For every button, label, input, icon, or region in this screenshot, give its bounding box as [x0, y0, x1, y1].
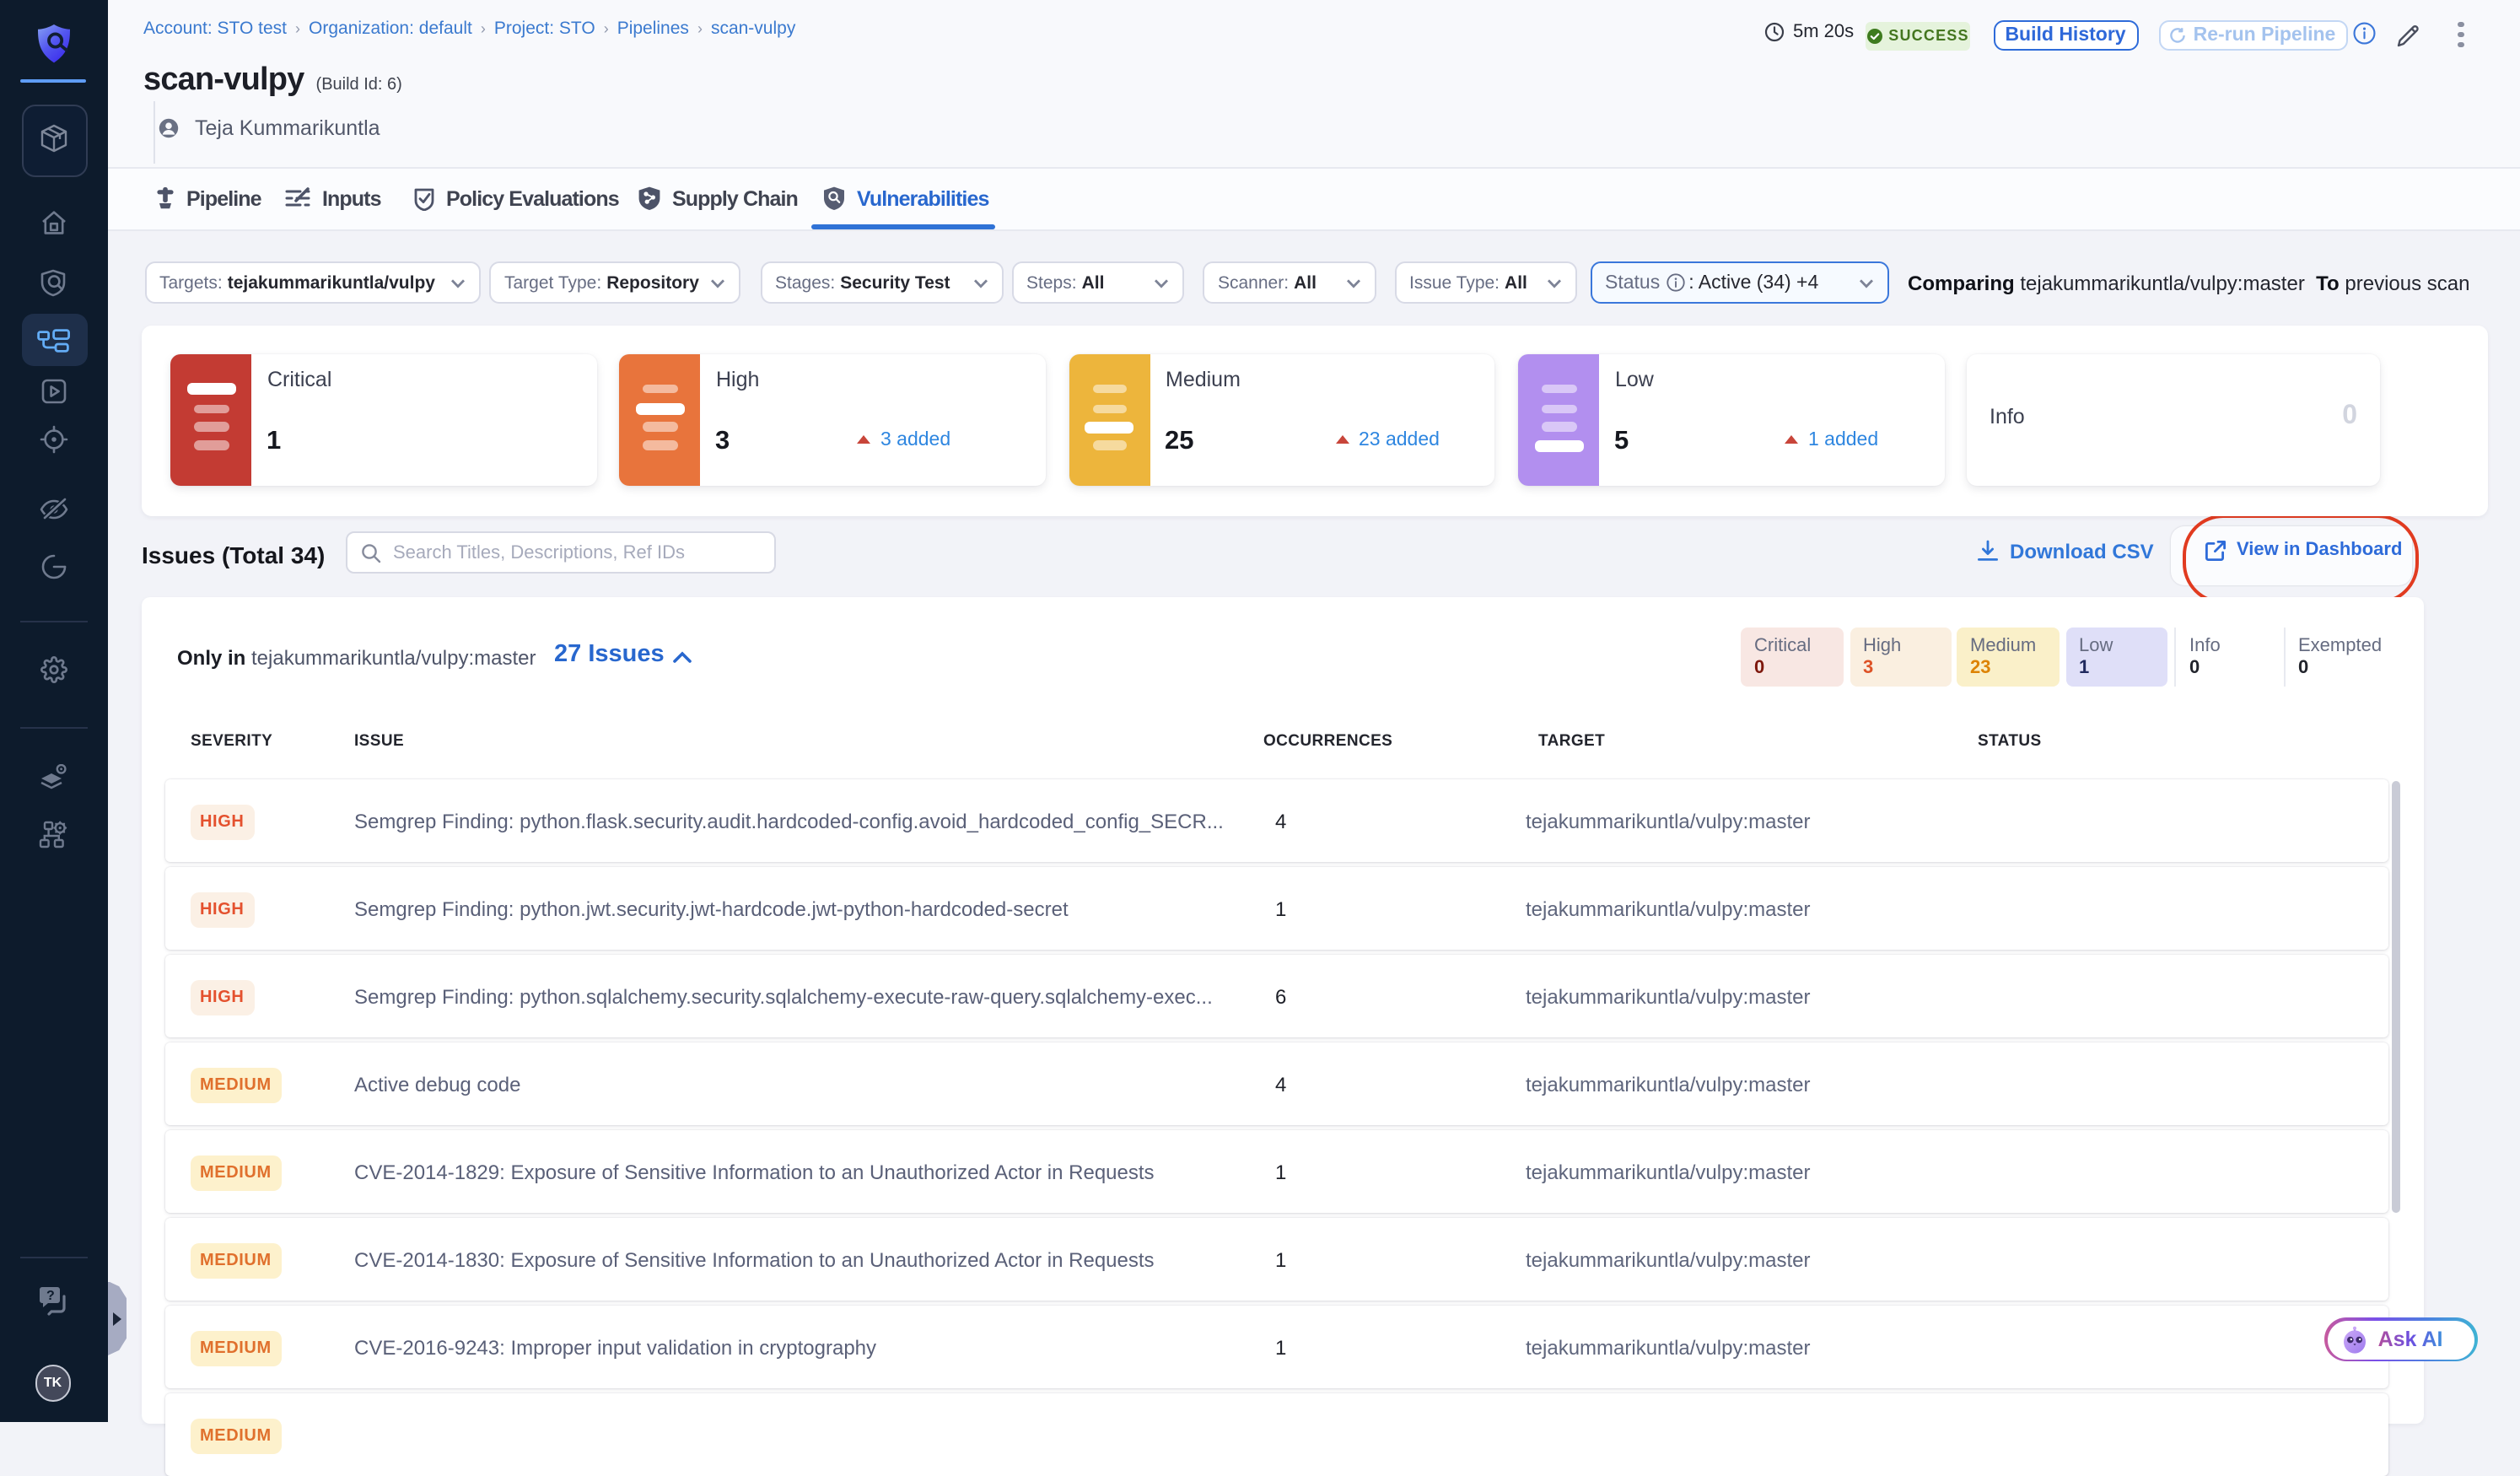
svg-text:?: ? — [46, 1289, 55, 1303]
